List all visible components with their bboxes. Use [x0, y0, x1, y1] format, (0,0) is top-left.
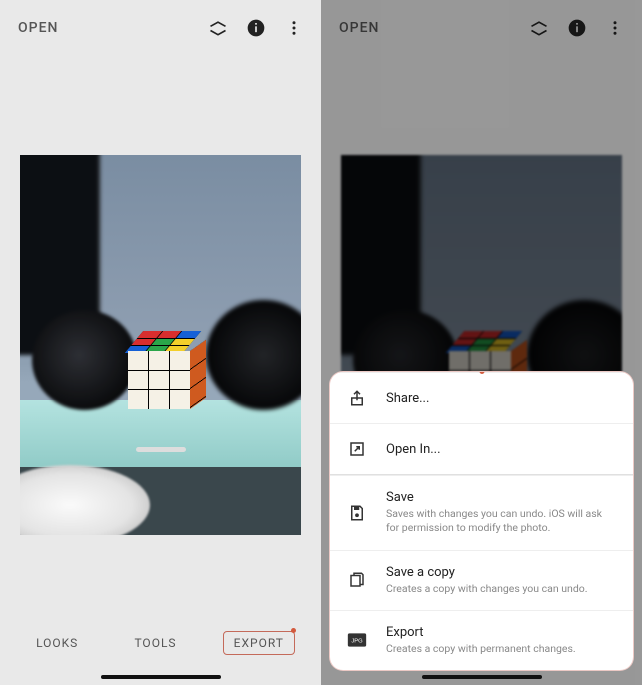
- screen-main-editor: OPEN: [0, 0, 321, 685]
- bottom-tabbar: LOOKS TOOLS EXPORT: [0, 623, 321, 663]
- save-copy-icon: [346, 569, 368, 591]
- sheet-item-subtitle: Creates a copy with changes you can undo…: [386, 582, 617, 596]
- image-canvas[interactable]: [20, 155, 301, 535]
- sheet-item-label: Open In...: [386, 442, 617, 457]
- sheet-item-save-copy[interactable]: Save a copy Creates a copy with changes …: [330, 550, 633, 610]
- home-indicator: [101, 675, 221, 679]
- export-bottom-sheet: Share... Open In... Save Saves with chan…: [329, 371, 634, 671]
- tab-looks[interactable]: LOOKS: [26, 632, 88, 654]
- screen-export-sheet: OPEN: [321, 0, 642, 685]
- share-icon: [346, 387, 368, 409]
- sheet-item-label: Export: [386, 625, 617, 640]
- home-indicator: [422, 675, 542, 679]
- sheet-item-share[interactable]: Share...: [330, 372, 633, 423]
- sheet-item-subtitle: Creates a copy with permanent changes.: [386, 642, 617, 656]
- tab-export[interactable]: EXPORT: [223, 631, 295, 655]
- sheet-item-subtitle: Saves with changes you can undo. iOS wil…: [386, 507, 617, 535]
- sheet-item-label: Share...: [386, 391, 617, 406]
- svg-text:JPG: JPG: [351, 639, 363, 645]
- top-icons-group: [207, 17, 305, 39]
- more-icon[interactable]: [283, 17, 305, 39]
- sheet-item-label: Save a copy: [386, 565, 617, 580]
- sheet-item-label: Save: [386, 490, 617, 505]
- sheet-item-open-in[interactable]: Open In...: [330, 423, 633, 474]
- layers-icon[interactable]: [207, 17, 229, 39]
- info-icon[interactable]: [245, 17, 267, 39]
- open-in-icon: [346, 438, 368, 460]
- open-button[interactable]: OPEN: [18, 20, 58, 36]
- tab-tools[interactable]: TOOLS: [124, 632, 186, 654]
- top-toolbar: OPEN: [0, 0, 321, 56]
- save-icon: [346, 502, 368, 524]
- jpg-icon: JPG: [346, 629, 368, 651]
- sheet-item-save[interactable]: Save Saves with changes you can undo. iO…: [330, 475, 633, 549]
- sheet-item-export[interactable]: JPG Export Creates a copy with permanent…: [330, 610, 633, 670]
